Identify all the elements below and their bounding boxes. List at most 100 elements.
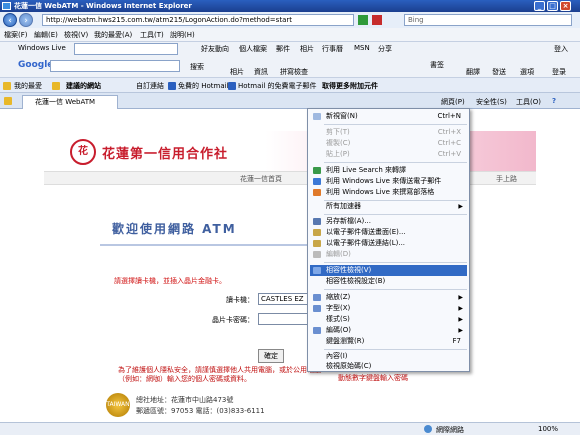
fav-custom-links[interactable]: 自訂連結 <box>136 81 164 91</box>
menu-separator <box>324 349 467 350</box>
address-line: 總社地址：花蓮市中山路473號 <box>136 396 234 404</box>
menu-item-blog-live[interactable]: 利用 Windows Live 來撰寫部落格 <box>310 187 467 198</box>
menu-view[interactable]: 檢視(V) <box>64 30 88 40</box>
logo-char: 花 <box>78 146 88 157</box>
back-button[interactable]: ‹ <box>3 13 17 27</box>
search-placeholder: Bing <box>408 16 424 24</box>
pin-input[interactable] <box>258 313 310 325</box>
gb-login[interactable]: 登录 <box>552 67 566 77</box>
fav-get-addons[interactable]: 取得更多附加元件 <box>322 81 378 91</box>
tab-title: 花蓮一信 WebATM <box>35 98 96 106</box>
nav-guide-link[interactable]: 手上路 <box>496 174 517 184</box>
wl-link-msn[interactable]: MSN <box>354 44 370 52</box>
email-icon <box>313 240 321 247</box>
forward-button[interactable]: › <box>19 13 33 27</box>
menu-tools[interactable]: 工具(T) <box>140 30 164 40</box>
confirm-button[interactable]: 確定 <box>258 349 284 363</box>
tab-webatm[interactable]: 花蓮一信 WebATM <box>22 95 118 109</box>
globe-icon <box>424 425 432 433</box>
menu-item-style[interactable]: 樣式(S) ▶ <box>310 314 467 325</box>
google-search-input[interactable] <box>50 60 180 72</box>
edit-icon <box>313 251 321 258</box>
fav-hotmail-mail[interactable]: Hotmail 的免費電子郵件 <box>238 81 317 91</box>
stop-icon[interactable] <box>372 15 382 25</box>
menu-item-compat-view[interactable]: 相容性檢視(V) <box>310 265 467 276</box>
reader-value: CASTLES EZ <box>261 295 304 303</box>
fav-suggested[interactable]: 建議的網站 <box>66 81 101 91</box>
google-search-button[interactable]: 搜索 <box>190 62 204 72</box>
menu-separator <box>324 162 467 163</box>
window-title: 花蓮一信 WebATM - Windows Internet Explorer <box>14 2 192 10</box>
menu-file[interactable]: 檔案(F) <box>4 30 28 40</box>
live-search-input[interactable] <box>74 43 178 55</box>
menu-item-paste[interactable]: 貼上(P) Ctrl+V <box>310 149 467 160</box>
virtual-keypad-note: 動態數字鍵盤輸入密碼 <box>338 374 408 382</box>
menu-help[interactable]: 說明(H) <box>170 30 195 40</box>
menu-item-email-page[interactable]: 以電子郵件傳送畫面(E)... <box>310 227 467 238</box>
search-input[interactable]: Bing <box>404 14 572 26</box>
menu-label: 編輯(D) <box>326 250 351 258</box>
menu-item-caret-browsing[interactable]: 鍵盤瀏覽(R) F7 <box>310 336 467 347</box>
wl-link-mail[interactable]: 郵件 <box>276 44 290 54</box>
wl-link-profile[interactable]: 個人檔案 <box>239 44 267 54</box>
menu-edit[interactable]: 編輯(E) <box>34 30 58 40</box>
menu-item-email-live[interactable]: 利用 Windows Live 來傳送電子郵件 <box>310 176 467 187</box>
menu-item-copy[interactable]: 複製(C) Ctrl+C <box>310 138 467 149</box>
close-button[interactable]: × <box>560 1 571 11</box>
hotmail-icon <box>168 82 176 90</box>
zoom-level[interactable]: 100% <box>538 425 558 433</box>
gb-news[interactable]: 資訊 <box>254 67 268 77</box>
gb-bookmarks[interactable]: 書签 <box>430 60 444 70</box>
wl-link-photos[interactable]: 相片 <box>300 44 314 54</box>
gb-spellcheck[interactable]: 拼寫檢查 <box>280 67 308 77</box>
fav-hotmail[interactable]: 免費的 Hotmail <box>178 81 229 91</box>
windows-live-label[interactable]: Windows Live <box>18 44 66 52</box>
submenu-arrow-icon: ▶ <box>458 316 463 323</box>
add-favorite-icon[interactable] <box>52 82 60 90</box>
star-icon <box>3 82 11 90</box>
menu-item-view-source[interactable]: 檢視原始碼(C) <box>310 361 467 372</box>
address-field[interactable]: http://webatm.hws215.com.tw/atm215/Logon… <box>42 14 354 26</box>
save-icon <box>313 218 321 225</box>
menu-item-save-as[interactable]: 另存新檔(A)... <box>310 216 467 227</box>
menu-label: 新視窗(N) <box>326 112 358 120</box>
nav-home-link[interactable]: 花蓮一信首頁 <box>240 174 282 184</box>
menu-favorites[interactable]: 我的最愛(A) <box>94 30 132 40</box>
menu-item-translate[interactable]: 利用 Live Search 來轉譯 <box>310 165 467 176</box>
wl-signin[interactable]: 登入 <box>554 44 568 54</box>
menu-item-email-link[interactable]: 以電子郵件傳送連結(L)... <box>310 238 467 249</box>
menu-item-text-size[interactable]: 字型(X) ▶ <box>310 303 467 314</box>
menu-label: 以電子郵件傳送連結(L)... <box>326 239 406 247</box>
command-tools[interactable]: 工具(O) <box>516 97 541 107</box>
menu-label: 樣式(S) <box>326 315 350 323</box>
favorites-label[interactable]: 我的最愛 <box>14 81 42 91</box>
command-help[interactable]: ? <box>552 97 556 105</box>
menu-item-cut[interactable]: 剪下(T) Ctrl+X <box>310 127 467 138</box>
minimize-button[interactable]: _ <box>534 1 545 11</box>
translate-icon <box>313 167 321 174</box>
gb-translate[interactable]: 翻譯 <box>466 67 480 77</box>
wl-link-calendar[interactable]: 行事曆 <box>322 44 343 54</box>
menu-label: 另存新檔(A)... <box>326 217 371 225</box>
menu-item-new-window[interactable]: 新視窗(N) Ctrl+N <box>310 111 467 122</box>
command-safety[interactable]: 安全性(S) <box>476 97 507 107</box>
gb-send[interactable]: 發送 <box>492 67 506 77</box>
maximize-button[interactable]: □ <box>547 1 558 11</box>
gb-options[interactable]: 選項 <box>520 67 534 77</box>
card-reader-select[interactable]: CASTLES EZ <box>258 293 310 305</box>
favorites-center-icon[interactable] <box>4 97 12 105</box>
favorites-bar: 我的最愛 建議的網站 自訂連結 免費的 Hotmail Hotmail 的免費電… <box>0 78 580 93</box>
command-page[interactable]: 網頁(P) <box>441 97 465 107</box>
wl-link-share[interactable]: 分享 <box>378 44 392 54</box>
privacy-warning: 為了維護個人隱私安全，請謹慎選擇他人共用電腦，或於公用電腦（例如：網咖）輸入您的… <box>118 366 321 383</box>
menu-item-accelerators[interactable]: 所有加速器 ▶ <box>310 201 467 212</box>
security-zone[interactable]: 網際網路 <box>436 425 464 435</box>
gb-photos[interactable]: 相片 <box>230 67 244 77</box>
menu-item-zoom[interactable]: 縮放(Z) ▶ <box>310 292 467 303</box>
menu-item-encoding[interactable]: 編碼(O) ▶ <box>310 325 467 336</box>
menu-item-edit[interactable]: 編輯(D) <box>310 249 467 260</box>
bank-logo: 花 <box>70 139 96 165</box>
menu-item-compat-settings[interactable]: 相容性檢視設定(B) <box>310 276 467 287</box>
refresh-icon[interactable] <box>358 15 368 25</box>
wl-link-friends[interactable]: 好友動向 <box>201 44 229 54</box>
